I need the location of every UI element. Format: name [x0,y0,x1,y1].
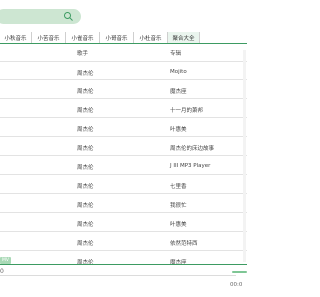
table-header: 歌手 专辑 [0,49,247,60]
play-time: 00:0 [230,282,243,288]
tab-label: 小雀音乐 [71,35,94,42]
row-album[interactable]: 我很忙 [170,201,187,209]
tab-label: 小杜音乐 [139,35,162,42]
table-row[interactable]: 周杰伦 J III MP3 Player [0,156,247,175]
row-artist[interactable]: 周杰伦 [77,125,94,133]
player-bar: 0 00:0 [0,264,247,297]
row-artist[interactable]: 周杰伦 [77,239,94,247]
table-row[interactable]: 周杰伦 依然范特西 [0,232,247,251]
row-artist[interactable]: 周杰伦 [77,201,94,209]
table-row[interactable]: 周杰伦 叶惠美 [0,213,247,232]
tab-label: 聚合大全 [172,35,195,42]
row-artist[interactable]: 周杰伦 [77,220,94,228]
table-row[interactable]: 周杰伦 叶惠美 [0,118,247,137]
player-left-text: 0 [0,268,4,275]
source-tabbar: 小秋音乐 小苦音乐 小雀音乐 小哥音乐 小杜音乐 聚合大全 [0,32,247,44]
row-album[interactable]: 叶惠美 [170,125,187,133]
row-album[interactable]: J III MP3 Player [170,163,210,169]
search-icon[interactable] [63,11,74,22]
row-album[interactable]: 周杰伦的床边故事 [170,144,214,152]
row-album[interactable]: 七里香 [170,182,187,190]
row-album[interactable]: 十一月的萧邦 [170,106,203,114]
table-row[interactable]: 周杰伦 周杰伦的床边故事 [0,137,247,156]
search-input[interactable] [2,11,66,24]
tab-label: 小哥音乐 [105,35,128,42]
table-row[interactable]: 周杰伦 我很忙 [0,194,247,213]
column-header-artist[interactable]: 歌手 [77,49,88,57]
row-album[interactable]: 依然范特西 [170,239,198,247]
row-artist[interactable]: 周杰伦 [77,69,94,77]
volume-slider[interactable] [232,271,247,273]
tab-label: 小苦音乐 [37,35,60,42]
row-artist[interactable]: 周杰伦 [77,182,94,190]
tab-label: 小秋音乐 [4,35,27,42]
tab-xiaodu[interactable]: 小杜音乐 [134,32,168,43]
tab-xiaoque[interactable]: 小雀音乐 [66,32,100,43]
row-artist[interactable]: 周杰伦 [77,87,94,95]
row-artist[interactable]: 周杰伦 [77,144,94,152]
row-album[interactable]: Mojito [170,69,187,75]
tab-aggregate[interactable]: 聚合大全 [168,32,200,43]
tab-xiaoge[interactable]: 小哥音乐 [100,32,134,43]
search-box[interactable] [0,9,81,24]
row-album[interactable]: 魔杰座 [170,87,187,95]
tab-xiaoqiu[interactable]: 小秋音乐 [0,32,32,43]
song-list: 周杰伦 Mojito 周杰伦 魔杰座 周杰伦 十一月的萧邦 周杰伦 叶惠美 周杰伦 周杰伦… [0,61,247,270]
progress-track[interactable] [0,275,236,276]
table-row[interactable]: 周杰伦 魔杰座 [0,80,247,99]
tab-xiaoku[interactable]: 小苦音乐 [32,32,66,43]
column-header-album[interactable]: 专辑 [170,49,181,57]
list-scrollbar[interactable] [243,50,246,262]
row-artist[interactable]: 周杰伦 [77,106,94,114]
table-row[interactable]: 周杰伦 七里香 [0,175,247,194]
table-row[interactable]: 周杰伦 Mojito [0,61,247,80]
row-album[interactable]: 叶惠美 [170,220,187,228]
table-row[interactable]: 周杰伦 十一月的萧邦 [0,99,247,118]
mv-badge[interactable]: MV [0,257,11,264]
row-artist[interactable]: 周杰伦 [77,163,94,171]
